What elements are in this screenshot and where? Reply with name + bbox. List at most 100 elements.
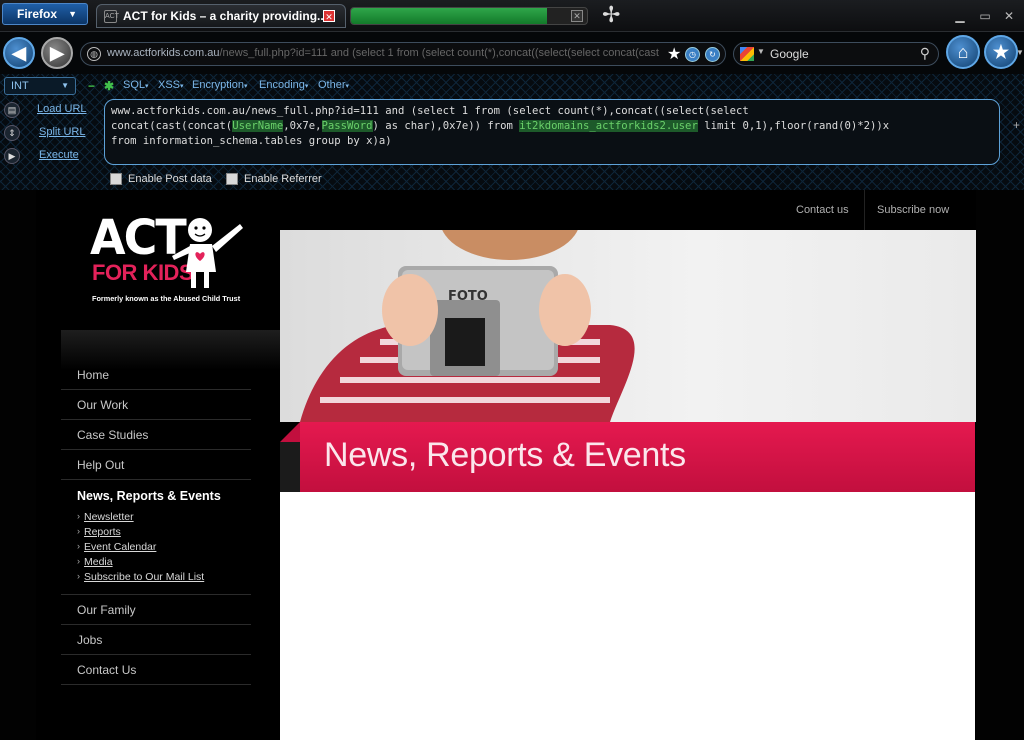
navigation-toolbar: ◀ ▶ ◍ www.actforkids.com.au/news_full.ph… (0, 32, 1024, 74)
chevron-right-icon: › (77, 571, 80, 581)
subscribe-now-link[interactable]: Subscribe now (877, 204, 949, 216)
nav-label: Contact Us (77, 663, 137, 677)
subnav-label: Media (84, 556, 113, 568)
chevron-down-icon: ▾ (180, 83, 184, 90)
stop-loading-icon[interactable]: ✕ (571, 10, 583, 22)
close-tab-icon[interactable]: ✕ (323, 10, 335, 22)
menu-other[interactable]: Other▾ (318, 79, 349, 91)
execute-label: Execute (39, 149, 79, 161)
home-button[interactable]: ⌂ (946, 35, 980, 69)
nav-label: Case Studies (77, 428, 149, 442)
progress-fill (351, 8, 547, 24)
child-photo-illustration: FOTO (300, 230, 635, 422)
contact-us-link[interactable]: Contact us (796, 204, 849, 216)
chevron-down-icon: ▾ (145, 83, 149, 90)
main-content-area (280, 492, 975, 740)
page-load-progress: ✕ (350, 7, 588, 25)
nav-item-case-studies[interactable]: Case Studies (61, 420, 251, 450)
checkbox-box[interactable] (226, 173, 238, 185)
menu-other-label: Other (318, 79, 346, 91)
url-path: /news_full.php?id=111 and (select 1 from… (219, 47, 659, 59)
chevron-down-icon: ▼ (61, 81, 69, 90)
menu-sql-label: SQL (123, 79, 146, 91)
chevron-right-icon: › (77, 526, 80, 536)
load-url-button[interactable]: ▤ Load URL (2, 100, 100, 120)
query-line-2d: limit 0,1),floor(rand(0)*2))x (697, 120, 890, 132)
chevron-right-icon: › (77, 556, 80, 566)
chevron-right-icon: › (77, 511, 80, 521)
checkbox-box[interactable] (110, 173, 122, 185)
nav-item-home[interactable]: Home (61, 360, 251, 390)
chevron-down-icon: ▾ (243, 83, 248, 90)
bookmark-star-icon[interactable]: ★ (667, 44, 681, 64)
subnav-label: Reports (84, 526, 121, 538)
act-for-kids-logo[interactable]: ACT FOR KIDS Formerly known as the Abuse… (88, 209, 258, 307)
load-url-label: Load URL (37, 103, 87, 115)
search-engine-label: Google (770, 47, 809, 61)
execute-button[interactable]: ▶ Execute (2, 146, 100, 166)
google-icon[interactable] (740, 47, 754, 61)
home-icon: ⌂ (957, 42, 969, 62)
maximize-icon[interactable]: ▭ (977, 9, 993, 23)
nav-item-jobs[interactable]: Jobs (61, 625, 251, 655)
enable-post-data-label: Enable Post data (128, 173, 212, 185)
menu-encoding[interactable]: Encoding▾ (259, 79, 308, 91)
enable-referrer-label: Enable Referrer (244, 173, 322, 185)
chevron-down-icon[interactable]: ▼ (757, 47, 765, 56)
query-line-3: from information_schema.tables group by … (111, 135, 392, 147)
address-bar[interactable]: ◍ www.actforkids.com.au/news_full.php?id… (80, 42, 726, 66)
expand-icon[interactable]: + (1013, 118, 1020, 132)
search-icon[interactable]: ⚲ (920, 45, 930, 62)
nav-label: Jobs (77, 633, 103, 647)
nav-label: Home (77, 368, 110, 382)
nav-label: Help Out (77, 458, 125, 472)
forward-button[interactable]: ▶ (41, 37, 73, 69)
load-url-icon: ▤ (4, 102, 20, 118)
query-line-2a: concat(cast(concat( (111, 120, 233, 132)
increase-icon[interactable]: ✱ (104, 79, 114, 93)
menu-xss[interactable]: XSS▾ (158, 79, 184, 91)
site-favicon-icon: ACT (104, 10, 119, 23)
nav-item-help-out[interactable]: Help Out (61, 450, 251, 480)
top-links: Contact us Subscribe now (781, 195, 956, 227)
new-tab-icon[interactable]: ✢ (602, 4, 620, 26)
banner-photo-child-with-camera: FOTO (280, 230, 976, 422)
menu-sql[interactable]: SQL▾ (123, 79, 149, 91)
hackbar-type-value: INT (11, 80, 29, 92)
search-bar[interactable]: ▼ Google ⚲ (733, 42, 939, 66)
hackbar-query-textarea[interactable]: www.actforkids.com.au/news_full.php?id=1… (104, 99, 1000, 165)
camera-label: FOTO (448, 289, 488, 304)
close-window-icon[interactable]: ✕ (1001, 9, 1017, 23)
web-page: ACT FOR KIDS Formerly known as the Abuse… (0, 190, 1024, 740)
firefox-menu-label: Firefox (17, 7, 58, 21)
query-username-column: UserName (232, 120, 284, 132)
chevron-down-icon: ▾ (304, 83, 309, 90)
hackbar-type-select[interactable]: INT ▼ (4, 77, 76, 95)
split-url-icon: ⇕ (4, 125, 20, 141)
firefox-menu-button[interactable]: Firefox ▼ (2, 3, 88, 25)
logo-tagline: Formerly known as the Abused Child Trust (92, 294, 241, 303)
browser-titlebar: Firefox ▼ ACT ACT for Kids – a charity pr… (0, 0, 1024, 32)
nav-item-our-family[interactable]: Our Family (61, 595, 251, 625)
nav-item-news-reports-events[interactable]: News, Reports & Events (77, 489, 221, 503)
query-line-2c: ) as char),0x7e)) from (372, 120, 520, 132)
minimize-icon[interactable]: ▁ (952, 9, 968, 23)
url-text[interactable]: www.actforkids.com.au/news_full.php?id=1… (107, 47, 663, 59)
menu-encryption[interactable]: Encryption▾ (192, 79, 248, 91)
globe-icon: ◍ (87, 47, 101, 61)
nav-item-our-work[interactable]: Our Work (61, 390, 251, 420)
nav-label: Our Work (77, 398, 129, 412)
chevron-right-icon: › (77, 541, 80, 551)
bookmarks-button[interactable]: ★ (984, 35, 1018, 69)
back-button[interactable]: ◀ (3, 37, 35, 69)
browser-tab[interactable]: ACT ACT for Kids – a charity providing..… (96, 4, 346, 28)
decrease-icon[interactable]: − (88, 79, 95, 93)
page-title: News, Reports & Events (324, 436, 686, 474)
reload-icon[interactable]: ↻ (705, 47, 720, 62)
nav-item-contact-us[interactable]: Contact Us (61, 655, 251, 685)
chevron-down-icon[interactable]: ▼ (1016, 48, 1024, 57)
split-url-button[interactable]: ⇕ Split URL (2, 123, 100, 143)
query-password-column: PassWord (321, 120, 373, 132)
history-icon[interactable]: ◷ (685, 47, 700, 62)
url-host: www.actforkids.com.au (107, 47, 220, 59)
